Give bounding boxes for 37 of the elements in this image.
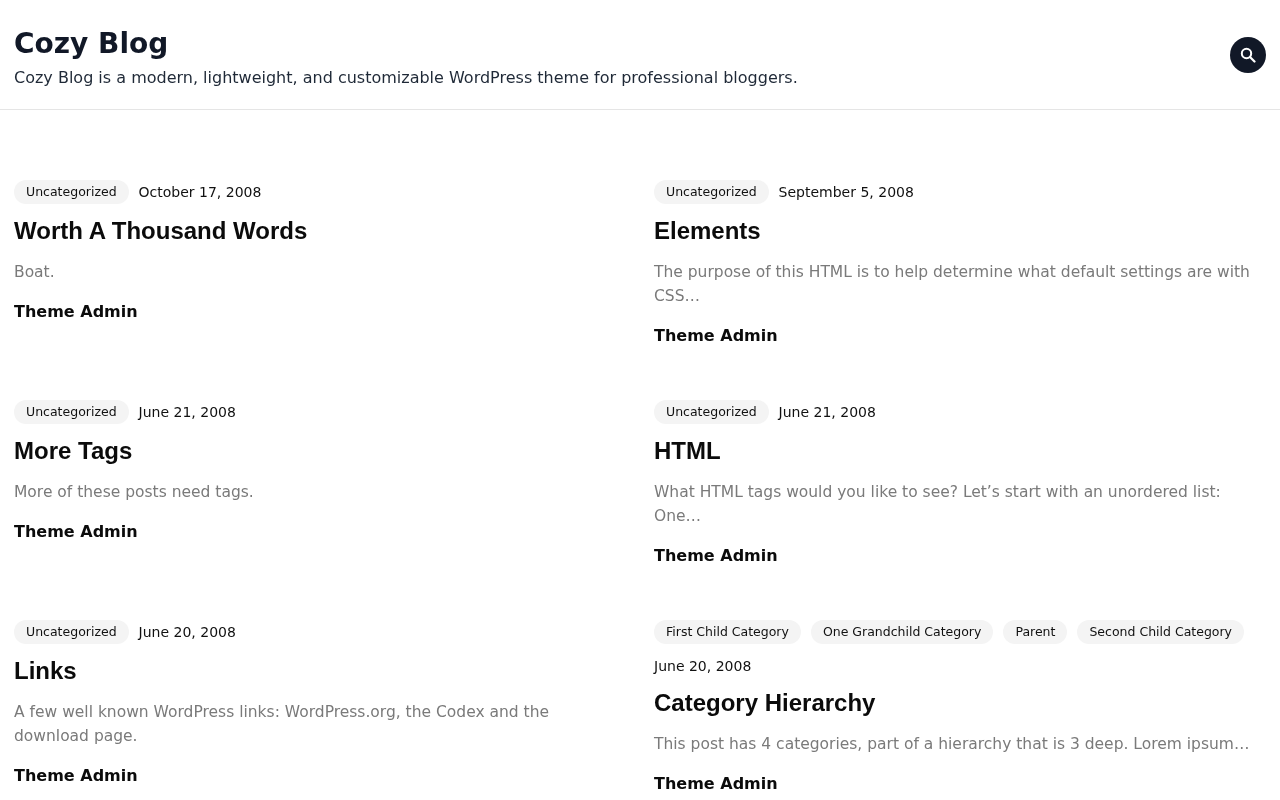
search-button[interactable]	[1230, 36, 1266, 73]
post-date: June 21, 2008	[138, 403, 236, 422]
post-title[interactable]: Elements	[654, 216, 761, 246]
category-tag[interactable]: Uncategorized	[14, 620, 129, 644]
post-title[interactable]: Links	[14, 656, 77, 686]
category-tag[interactable]: Uncategorized	[14, 180, 129, 204]
post-excerpt: More of these posts need tags.	[14, 482, 255, 503]
author-link[interactable]: Theme Admin	[14, 766, 138, 786]
post-excerpt: The purpose of this HTML is to help determine what default settings are with CSS…	[654, 262, 1251, 307]
author-link[interactable]: Theme Admin	[14, 522, 138, 542]
site-title[interactable]: Cozy Blog	[14, 25, 169, 62]
category-tag[interactable]: Parent	[1003, 620, 1068, 644]
post-date: June 21, 2008	[778, 403, 876, 422]
post-excerpt: Boat.	[14, 262, 56, 283]
post-date: September 5, 2008	[778, 183, 914, 202]
post-excerpt: This post has 4 categories, part of a hierarchy that is 3 deep. Lorem ipsum…	[654, 734, 1251, 755]
search-icon	[1240, 46, 1256, 63]
post-title[interactable]: Worth A Thousand Words	[14, 216, 308, 246]
post-excerpt: What HTML tags would you like to see? Let’s start with an unordered list: One…	[654, 482, 1222, 527]
category-tag[interactable]: Uncategorized	[654, 400, 769, 424]
post-date: June 20, 2008	[138, 623, 236, 642]
author-link[interactable]: Theme Admin	[654, 546, 778, 566]
category-tag[interactable]: Uncategorized	[14, 400, 129, 424]
post-date: October 17, 2008	[138, 183, 262, 202]
post-date: June 20, 2008	[654, 657, 752, 676]
category-tag[interactable]: One Grandchild Category	[810, 620, 994, 644]
author-link[interactable]: Theme Admin	[654, 326, 778, 346]
category-tag[interactable]: Uncategorized	[654, 180, 769, 204]
post-title[interactable]: More Tags	[14, 436, 133, 466]
author-link[interactable]: Theme Admin	[654, 774, 778, 794]
post-title[interactable]: HTML	[654, 436, 721, 466]
author-link[interactable]: Theme Admin	[14, 302, 138, 322]
site-tagline: Cozy Blog is a modern, lightweight, and customizable WordPress theme for professional bloggers.	[14, 66, 798, 89]
category-tag[interactable]: Second Child Category	[1077, 620, 1244, 644]
post-title[interactable]: Category Hierarchy	[654, 688, 876, 718]
post-excerpt: A few well known WordPress links: WordPress.org, the Codex and the download page.	[14, 702, 551, 747]
category-tag[interactable]: First Child Category	[654, 620, 801, 644]
